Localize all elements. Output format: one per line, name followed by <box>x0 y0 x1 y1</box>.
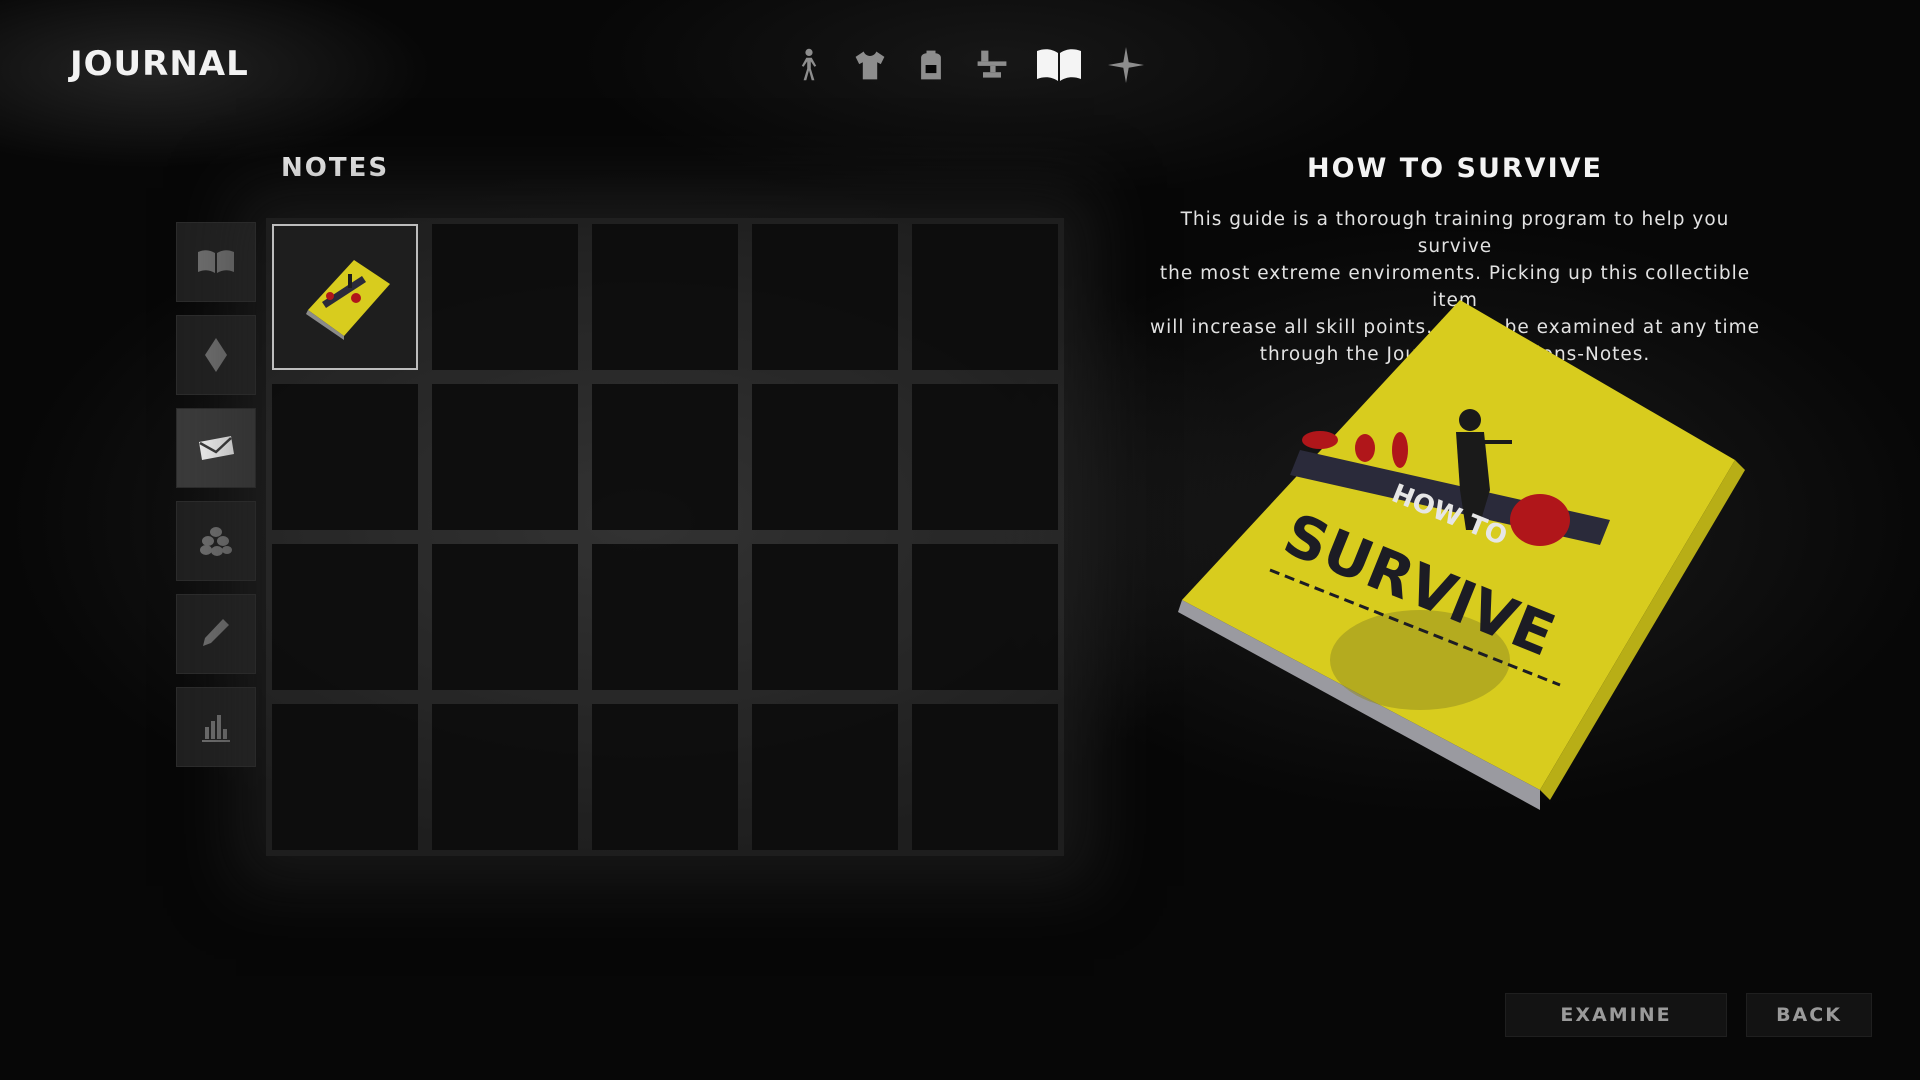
character-icon <box>801 48 817 81</box>
how-to-survive-book-render: HOW TO SURVIVE <box>1178 300 1745 810</box>
grid-slot-selected[interactable] <box>272 224 418 370</box>
grid-slot[interactable] <box>272 384 418 530</box>
grid-slot[interactable] <box>752 224 898 370</box>
nav-journal[interactable] <box>1030 42 1088 88</box>
examine-button[interactable]: EXAMINE <box>1505 993 1727 1037</box>
category-sidebar <box>176 222 256 767</box>
book-icon <box>198 250 234 273</box>
category-book[interactable] <box>176 222 256 302</box>
grid-slot[interactable] <box>592 224 738 370</box>
grid-slot[interactable] <box>912 384 1058 530</box>
journal-icon <box>1037 49 1081 81</box>
grid-slot[interactable] <box>432 704 578 850</box>
diamond-icon <box>205 338 227 372</box>
grid-slot[interactable] <box>432 544 578 690</box>
grid-slot[interactable] <box>592 544 738 690</box>
top-nav <box>786 40 1149 90</box>
envelope-icon <box>199 436 234 460</box>
backpack-icon <box>921 50 941 80</box>
grid-slot[interactable] <box>752 704 898 850</box>
notes-title: NOTES <box>281 153 390 183</box>
grid-slot[interactable] <box>912 544 1058 690</box>
grid-slot[interactable] <box>432 384 578 530</box>
grid-slot[interactable] <box>592 704 738 850</box>
category-pencil[interactable] <box>176 594 256 674</box>
category-notes[interactable] <box>176 408 256 488</box>
item-title: HOW TO SURVIVE <box>1307 153 1603 184</box>
category-stones[interactable] <box>176 501 256 581</box>
grid-slot[interactable] <box>272 544 418 690</box>
nav-map[interactable] <box>1103 42 1149 88</box>
stats-icon <box>202 715 230 742</box>
grid-slot[interactable] <box>752 544 898 690</box>
description-line: This guide is a thorough training progra… <box>1180 209 1730 257</box>
grid-slot[interactable] <box>912 224 1058 370</box>
journal-title: JOURNAL <box>70 44 249 84</box>
nav-backpack[interactable] <box>908 42 954 88</box>
notes-grid <box>266 218 1064 856</box>
category-stats[interactable] <box>176 687 256 767</box>
grid-slot[interactable] <box>592 384 738 530</box>
grid-slot[interactable] <box>272 704 418 850</box>
nav-character[interactable] <box>786 42 832 88</box>
how-to-survive-book-thumbnail <box>306 260 390 340</box>
stones-icon <box>200 527 232 556</box>
crafting-icon <box>977 50 1007 78</box>
grid-slot[interactable] <box>432 224 578 370</box>
grid-slot[interactable] <box>912 704 1058 850</box>
nav-crafting[interactable] <box>969 42 1015 88</box>
map-star-icon <box>1108 47 1144 83</box>
category-diamond[interactable] <box>176 315 256 395</box>
nav-clothing[interactable] <box>847 42 893 88</box>
back-button[interactable]: BACK <box>1746 993 1872 1037</box>
grid-slot[interactable] <box>752 384 898 530</box>
clothing-icon <box>855 51 885 80</box>
pencil-icon <box>203 619 229 646</box>
